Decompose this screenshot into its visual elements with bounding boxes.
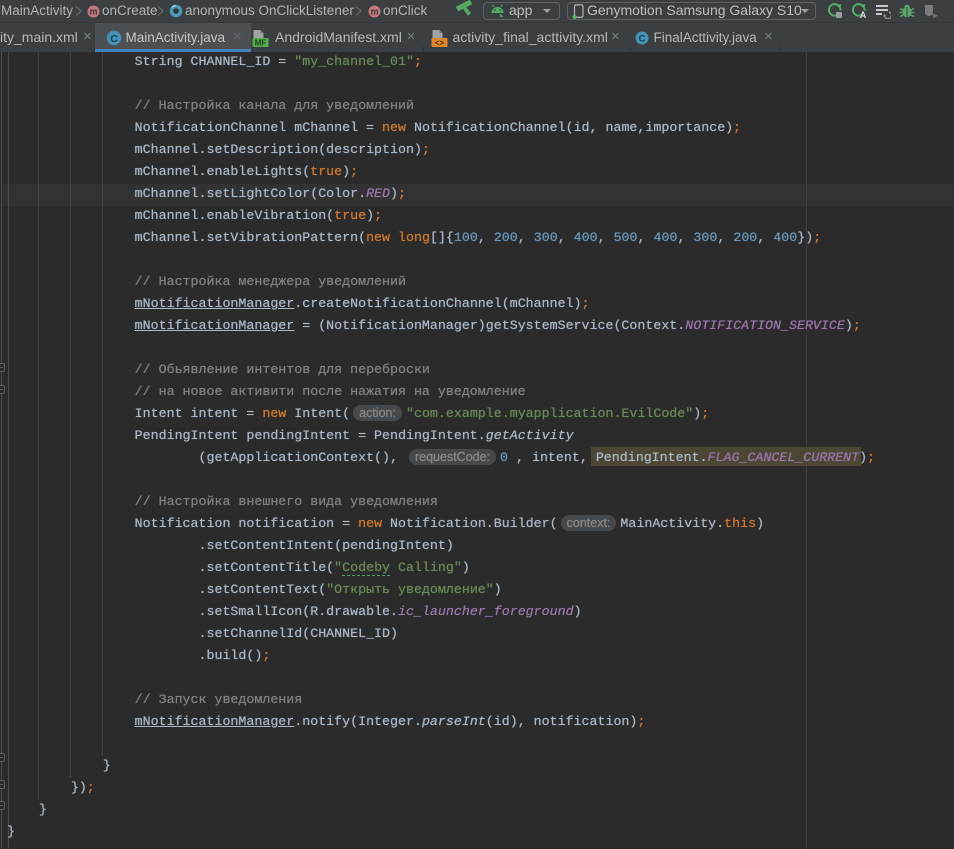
svg-text:C: C xyxy=(639,34,646,45)
svg-text:m: m xyxy=(370,7,378,17)
svg-text:C: C xyxy=(110,33,118,45)
svg-text:m: m xyxy=(89,7,97,17)
svg-text:<>: <> xyxy=(435,38,445,47)
svg-text:A: A xyxy=(860,10,867,19)
svg-text:MF: MF xyxy=(255,38,267,47)
